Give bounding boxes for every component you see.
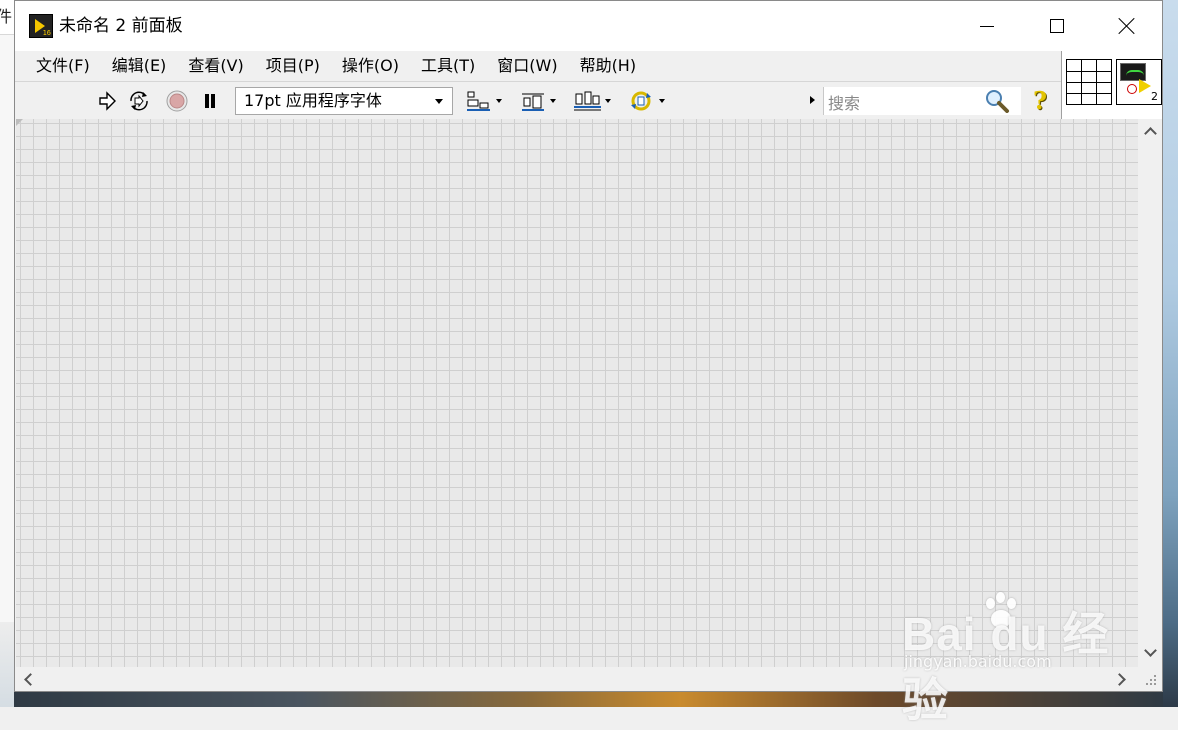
- front-panel-window: 16 未命名 2 前面板 文件(F) 编辑(E) 查看(V) 项目(P) 操作(…: [14, 0, 1163, 692]
- search-input[interactable]: 搜索: [823, 87, 1021, 115]
- minimize-icon: [980, 25, 994, 27]
- align-objects-icon: [467, 91, 490, 111]
- origin-marker: [16, 119, 23, 126]
- run-arrow-icon: [99, 91, 116, 111]
- abort-button[interactable]: [165, 89, 189, 113]
- toolbar: 17pt 应用程序字体 搜索 ?: [15, 81, 1061, 119]
- icon-connector-area: 2: [1061, 51, 1162, 119]
- connector-pane[interactable]: [1066, 59, 1112, 105]
- search-icon[interactable]: [984, 89, 1010, 113]
- run-continuously-icon: [130, 91, 148, 111]
- search-placeholder: 搜索: [828, 94, 861, 113]
- scroll-down-icon[interactable]: [1144, 644, 1157, 657]
- labview-app-icon[interactable]: 16: [29, 14, 53, 38]
- vi-icon[interactable]: 2: [1116, 59, 1162, 105]
- minimize-button[interactable]: [952, 1, 1022, 51]
- background-window-text: 件: [0, 7, 12, 26]
- close-button[interactable]: [1092, 1, 1162, 51]
- menu-project[interactable]: 项目(P): [255, 53, 331, 79]
- front-panel-canvas[interactable]: [16, 119, 1138, 667]
- menu-operate[interactable]: 操作(O): [331, 53, 410, 79]
- scroll-up-icon[interactable]: [1144, 127, 1157, 140]
- font-dropdown-value: 17pt 应用程序字体: [244, 91, 382, 110]
- menu-view[interactable]: 查看(V): [177, 53, 254, 79]
- title-bar[interactable]: 16 未命名 2 前面板: [15, 1, 1162, 51]
- chevron-down-icon: [659, 99, 665, 103]
- reorder-icon: [631, 91, 651, 111]
- maximize-button[interactable]: [1022, 1, 1092, 51]
- background-window-edge: [0, 0, 14, 707]
- pause-icon: [205, 94, 215, 108]
- window-title: 未命名 2 前面板: [59, 16, 183, 36]
- resize-objects-icon: [574, 91, 601, 111]
- chevron-down-icon: [605, 99, 611, 103]
- resize-objects-button[interactable]: [572, 89, 612, 113]
- close-icon: [1118, 17, 1136, 35]
- watermark-url: jingyan.baidu.com: [904, 652, 1052, 671]
- run-arrow-icon: [1139, 79, 1151, 93]
- run-continuously-button[interactable]: [126, 89, 152, 113]
- baidu-watermark: Bai du 经验 jingyan.baidu.com: [902, 590, 1132, 726]
- vertical-scrollbar[interactable]: [1138, 119, 1162, 667]
- menu-tools[interactable]: 工具(T): [410, 53, 486, 79]
- background-window-lower: [0, 622, 14, 707]
- menu-help[interactable]: 帮助(H): [569, 53, 648, 79]
- desktop-wallpaper-right: [1163, 0, 1178, 707]
- menu-edit[interactable]: 编辑(E): [101, 53, 178, 79]
- reorder-button[interactable]: [627, 89, 667, 113]
- chevron-down-icon: [435, 99, 443, 104]
- help-icon[interactable]: ?: [1033, 86, 1047, 115]
- resize-grip-icon[interactable]: [1138, 667, 1162, 691]
- vi-icon-number: 2: [1151, 90, 1158, 103]
- abort-icon: [166, 90, 188, 112]
- distribute-objects-button[interactable]: [519, 89, 557, 113]
- scroll-left-icon[interactable]: [24, 673, 37, 686]
- align-objects-button[interactable]: [465, 89, 503, 113]
- menu-bar: 文件(F) 编辑(E) 查看(V) 项目(P) 操作(O) 工具(T) 窗口(W…: [15, 51, 1061, 81]
- menu-file[interactable]: 文件(F): [25, 53, 101, 79]
- search-expand-icon[interactable]: [810, 96, 815, 104]
- menu-window[interactable]: 窗口(W): [486, 53, 568, 79]
- background-window-titlebar: 件: [0, 0, 14, 35]
- run-button[interactable]: [95, 89, 119, 113]
- chevron-down-icon: [550, 99, 556, 103]
- font-dropdown[interactable]: 17pt 应用程序字体: [235, 87, 453, 115]
- probe-icon: [1127, 84, 1137, 94]
- distribute-objects-icon: [522, 93, 544, 111]
- pause-button[interactable]: [199, 89, 221, 113]
- maximize-icon: [1050, 19, 1064, 33]
- chevron-down-icon: [496, 99, 502, 103]
